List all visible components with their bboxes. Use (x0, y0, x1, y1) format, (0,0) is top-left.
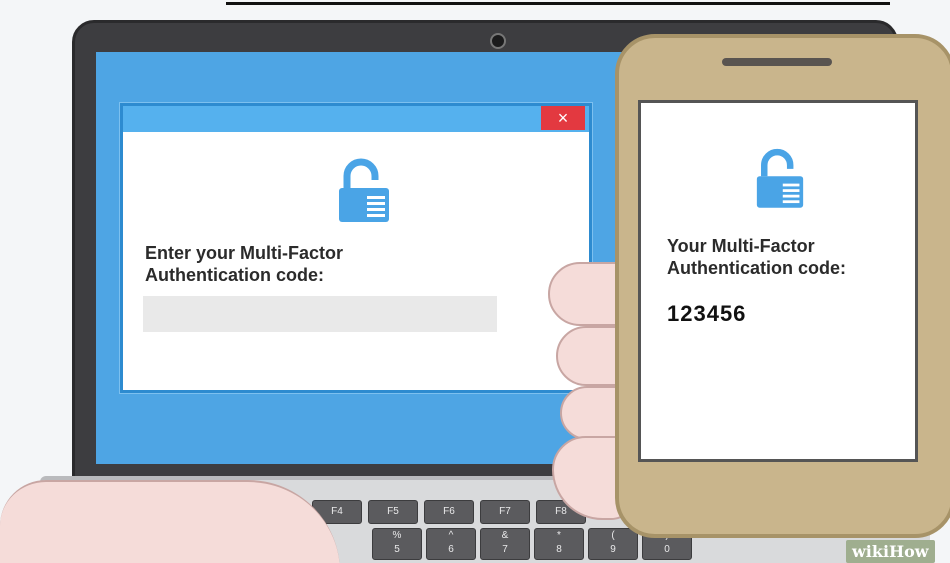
prompt-line-1: Enter your Multi-Factor (145, 243, 344, 263)
key-7-number: 7 (502, 544, 508, 555)
key-5-number: 5 (394, 544, 400, 555)
key-f7[interactable]: F7 (480, 500, 530, 524)
key-8-number: 8 (556, 544, 562, 555)
webcam-icon (490, 33, 506, 49)
mfa-code-value: 123456 (667, 301, 747, 326)
key-7[interactable]: & 7 (480, 528, 530, 560)
key-5[interactable]: % 5 (372, 528, 422, 560)
key-6-number: 6 (448, 544, 454, 555)
key-5-symbol: % (392, 530, 402, 541)
key-f5[interactable]: F5 (368, 500, 418, 524)
key-7-symbol: & (501, 530, 509, 541)
phone-message-title: Your Multi-Factor Authentication code: (667, 235, 907, 279)
key-8[interactable]: * 8 (534, 528, 584, 560)
unlocked-padlock-icon (339, 158, 389, 222)
key-f6[interactable]: F6 (424, 500, 474, 524)
top-rule (226, 2, 890, 5)
wikihow-watermark: wikiHow (846, 540, 935, 563)
phone-screen: Your Multi-Factor Authentication code: 1… (638, 100, 918, 462)
mfa-code-input[interactable] (143, 296, 497, 332)
dialog-title-bar: × (123, 106, 589, 132)
phone-title-line-2: Authentication code: (667, 258, 846, 278)
unlocked-padlock-icon (756, 148, 804, 208)
typing-hand (0, 480, 340, 563)
mfa-dialog: × Enter your Multi-Factor Authentication… (120, 103, 592, 393)
key-9-number: 9 (610, 544, 616, 555)
key-0-number: 0 (664, 544, 670, 555)
key-6[interactable]: ^ 6 (426, 528, 476, 560)
prompt-line-2: Authentication code: (145, 265, 324, 285)
illustration: × Enter your Multi-Factor Authentication… (0, 0, 950, 563)
close-icon: × (557, 108, 569, 128)
close-button[interactable]: × (541, 106, 585, 130)
phone-speaker (722, 58, 832, 66)
dialog-prompt: Enter your Multi-Factor Authentication c… (145, 242, 465, 286)
key-9-symbol: ( (611, 530, 615, 541)
key-6-symbol: ^ (448, 530, 454, 541)
phone-title-line-1: Your Multi-Factor (667, 236, 815, 256)
key-8-symbol: * (557, 530, 561, 541)
key-9[interactable]: ( 9 (588, 528, 638, 560)
